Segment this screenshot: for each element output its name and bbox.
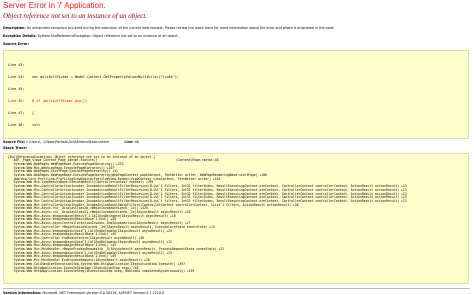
stack-trace-line: System.Web.HttpApplication.ExecuteStep(I…: [8, 269, 195, 274]
source-file-label: Source File:: [3, 139, 26, 144]
source-line-number: 46: [134, 139, 139, 144]
exception-details: Exception Details: System.NullReferenceE…: [3, 34, 472, 39]
divider: [3, 287, 470, 289]
source-line: Line 47:{: [8, 110, 35, 115]
page-title: Server Error in '/' Application.: [3, 1, 106, 10]
version-info: Version Information: Microsoft .NET Fram…: [3, 291, 472, 295]
exception-label: Exception Details:: [3, 33, 37, 38]
version-text: Microsoft .NET Framework Version:4.0.303…: [42, 290, 165, 295]
version-label: Version Information:: [3, 290, 42, 295]
stack-trace-label: Stack Trace:: [3, 146, 28, 150]
description: Description: An unhandled exception occu…: [3, 26, 472, 31]
source-line-error: Line 46: @ if (multiUrlPicker.Any()): [8, 98, 88, 103]
error-page: Server Error in '/' Application. Object …: [0, 1, 474, 295]
source-line-label: Line:: [124, 139, 134, 144]
source-line: Line 44: var multiUrlPicker = Model.Conte…: [8, 74, 179, 79]
source-file-path: c:\Users\...\Views\Partials\Grid\Editors…: [26, 139, 110, 144]
source-line: Line 43:: [8, 62, 25, 67]
source-file-info: Source File: c:\Users\...\Views\Partials…: [3, 140, 472, 145]
source-line: Line 45:: [8, 86, 25, 91]
error-message: Object reference not set to an instance …: [3, 12, 148, 20]
exception-text: System.NullReferenceException: Object re…: [37, 33, 179, 38]
source-error-box: Line 43: Line 44: var multiUrlPicker = Mo…: [3, 49, 469, 139]
source-line: Line 48: <ul>: [8, 122, 41, 127]
description-label: Description:: [3, 26, 26, 30]
source-error-label: Source Error:: [3, 42, 30, 46]
description-text: An unhandled exception occurred during t…: [26, 26, 335, 30]
stack-trace-box: [NullReferenceException: Object referenc…: [3, 152, 469, 284]
